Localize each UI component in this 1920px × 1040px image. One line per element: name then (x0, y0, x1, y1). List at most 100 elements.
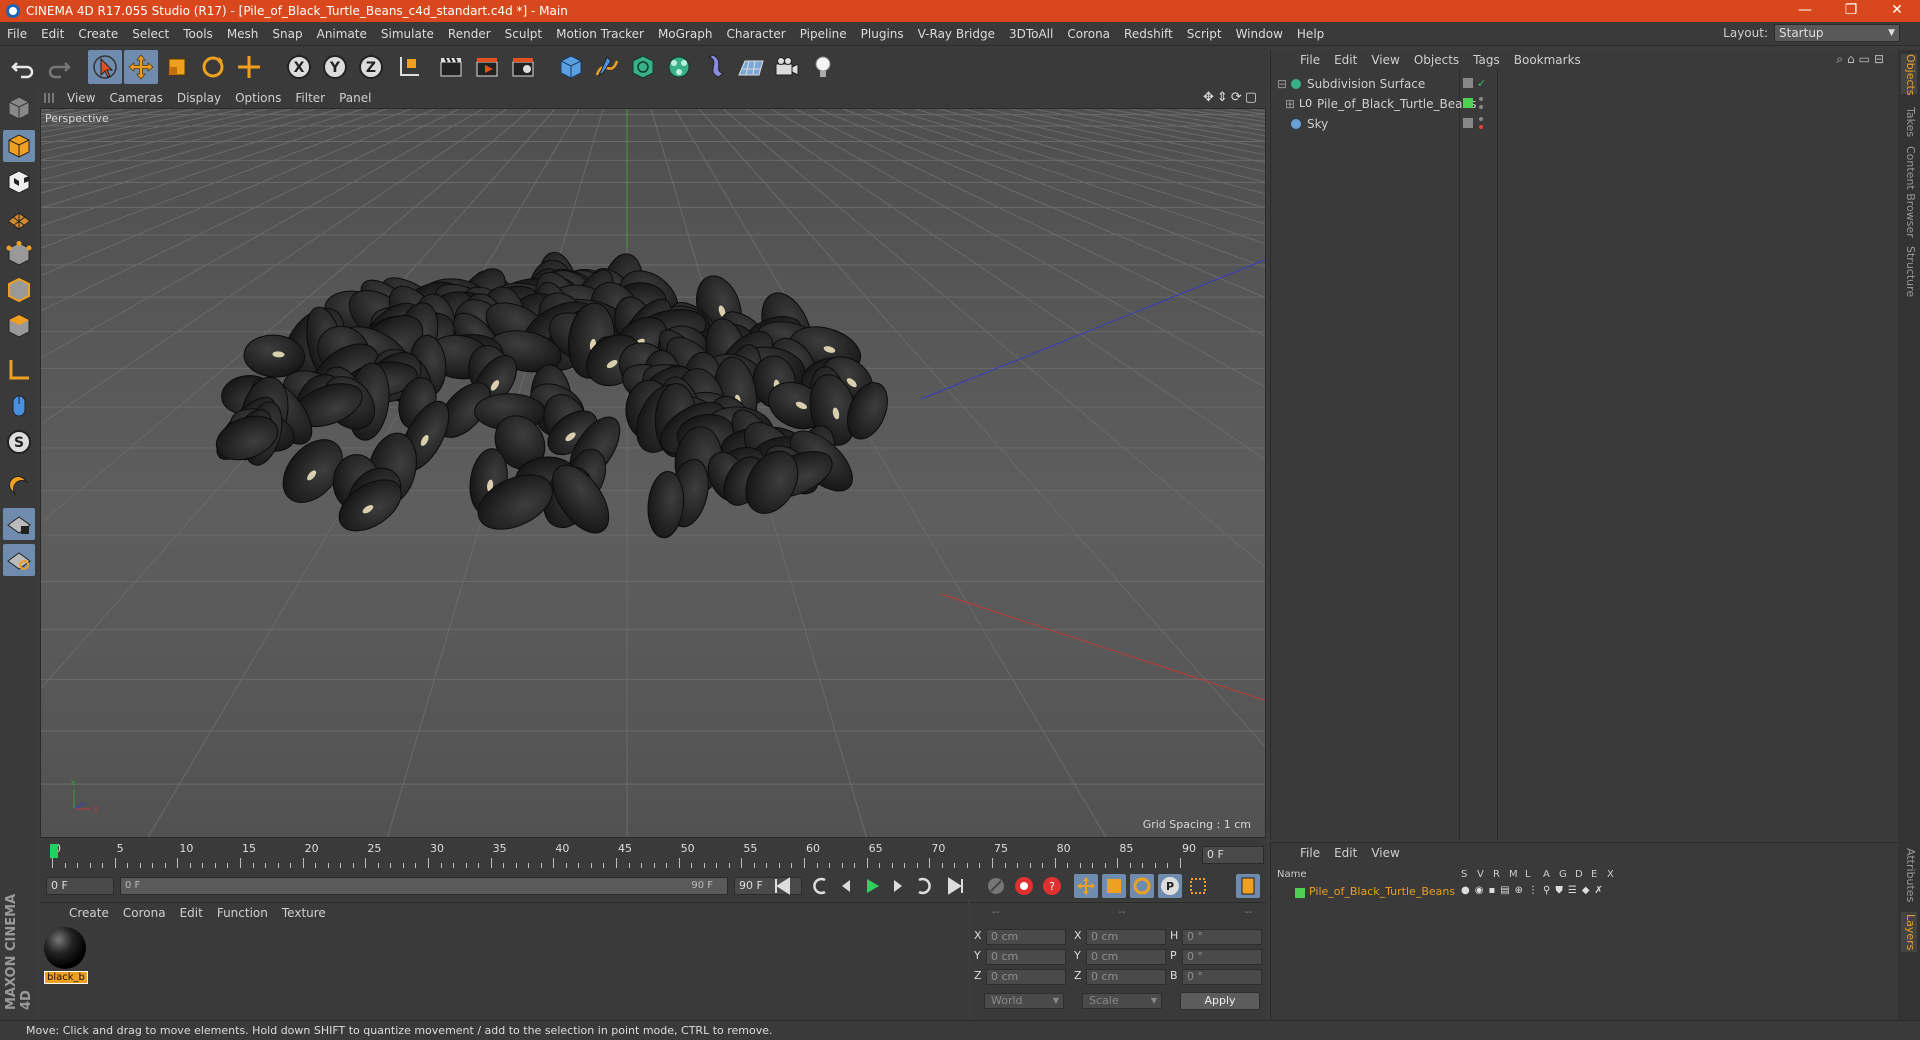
x-axis-lock-button[interactable]: X (282, 50, 316, 84)
tab-takes[interactable]: Takes (1901, 104, 1917, 140)
coord-mode-dropdown[interactable]: World ▼ (984, 993, 1064, 1009)
menu-mograph[interactable]: MoGraph (651, 27, 720, 41)
rotate-tool-button[interactable] (196, 50, 230, 84)
viewport-menu-display[interactable]: Display (170, 91, 228, 105)
viewport-menu-options[interactable]: Options (228, 91, 288, 105)
column-d[interactable]: D (1575, 869, 1583, 880)
menu-create[interactable]: Create (71, 27, 125, 41)
tab-objects[interactable]: Objects (1901, 54, 1917, 96)
rotation-b-field[interactable]: 0 ° (1182, 969, 1262, 985)
om-menu-file[interactable]: File (1293, 53, 1327, 67)
menu-sculpt[interactable]: Sculpt (498, 27, 549, 41)
frame-range-slider[interactable]: 0 F 90 F (120, 877, 728, 895)
enabled-check-icon[interactable]: ✓ (1477, 74, 1486, 94)
z-axis-lock-button[interactable]: Z (354, 50, 388, 84)
menu-3dtoall[interactable]: 3DToAll (1002, 27, 1060, 41)
timeline-window-button[interactable] (1236, 874, 1260, 898)
menu-snap[interactable]: Snap (265, 27, 309, 41)
render-view-button[interactable] (434, 50, 468, 84)
layer-swatch[interactable] (1463, 78, 1473, 88)
collapse-icon[interactable]: ⊟ (1277, 74, 1287, 94)
key-pla-button[interactable] (1186, 874, 1210, 898)
minimize-button[interactable]: — (1782, 0, 1828, 22)
go-to-start-button[interactable] (770, 874, 794, 898)
column-g[interactable]: G (1559, 869, 1567, 880)
column-v[interactable]: V (1477, 869, 1484, 880)
layer-color-swatch[interactable] (1295, 888, 1305, 898)
visibility-dot[interactable] (1479, 117, 1483, 121)
coordinate-system-button[interactable] (392, 50, 426, 84)
om-menu-view[interactable]: View (1364, 53, 1406, 67)
render-dot[interactable] (1479, 125, 1483, 129)
material-menu-texture[interactable]: Texture (275, 906, 333, 920)
tab-content-browser[interactable]: Content Browser (1901, 146, 1917, 238)
tab-attributes[interactable]: Attributes (1901, 846, 1917, 904)
subdivision-surface-button[interactable] (626, 50, 660, 84)
menu-file[interactable]: File (0, 27, 34, 41)
move-tool-button[interactable] (124, 50, 158, 84)
column-name[interactable]: Name (1277, 869, 1307, 880)
column-a[interactable]: A (1543, 869, 1550, 880)
menu-pipeline[interactable]: Pipeline (793, 27, 854, 41)
material-swatch[interactable]: black_b (44, 927, 88, 987)
previous-frame-button[interactable] (834, 874, 858, 898)
column-s[interactable]: S (1461, 869, 1467, 880)
position-y-field[interactable]: 0 cm (986, 949, 1066, 965)
locked-workplane-button[interactable] (3, 544, 35, 576)
object-row-sky[interactable]: Sky (1271, 114, 1899, 134)
points-mode-button[interactable] (3, 238, 35, 270)
current-frame-field[interactable]: 0 F (1202, 846, 1264, 864)
lm-menu-view[interactable]: View (1364, 846, 1406, 860)
record-active-objects-button[interactable] (1012, 874, 1036, 898)
size-z-field[interactable]: 0 cm (1086, 969, 1166, 985)
selection-tool-button[interactable] (88, 50, 122, 84)
previous-key-button[interactable] (808, 874, 832, 898)
perspective-viewport[interactable]: Y X Perspective Grid Spacing : 1 cm (40, 108, 1266, 838)
live-selection-button[interactable] (232, 50, 266, 84)
menu-render[interactable]: Render (441, 27, 498, 41)
make-editable-button[interactable] (3, 92, 35, 124)
layer-flag-icons[interactable]: ●◉▪▤⊕⋮⚲⛊☰◆✗ (1461, 885, 1608, 896)
coord-transform-dropdown[interactable]: Scale ▼ (1082, 993, 1162, 1009)
light-button[interactable] (806, 50, 840, 84)
render-to-picture-viewer-button[interactable] (470, 50, 504, 84)
lm-menu-file[interactable]: File (1293, 846, 1327, 860)
tab-structure[interactable]: Structure (1901, 244, 1917, 300)
snap-button[interactable] (3, 470, 35, 502)
deformer-button[interactable] (698, 50, 732, 84)
om-menu-edit[interactable]: Edit (1327, 53, 1364, 67)
edges-mode-button[interactable] (3, 274, 35, 306)
viewport-menu-filter[interactable]: Filter (288, 91, 332, 105)
apply-button[interactable]: Apply (1180, 992, 1260, 1010)
workplane-lock-button[interactable] (3, 508, 35, 540)
om-menu-tags[interactable]: Tags (1466, 53, 1507, 67)
menu-simulate[interactable]: Simulate (374, 27, 441, 41)
undo-button[interactable] (6, 50, 40, 84)
menu-plugins[interactable]: Plugins (854, 27, 911, 41)
spline-pen-button[interactable] (590, 50, 624, 84)
maximize-button[interactable]: ❐ (1828, 0, 1874, 22)
om-menu-objects[interactable]: Objects (1407, 53, 1466, 67)
viewport-menu-cameras[interactable]: Cameras (102, 91, 169, 105)
material-menu-create[interactable]: Create (62, 906, 116, 920)
close-button[interactable]: ✕ (1874, 0, 1920, 22)
material-menu-function[interactable]: Function (210, 906, 275, 920)
rotation-h-field[interactable]: 0 ° (1182, 929, 1262, 945)
key-scale-button[interactable] (1102, 874, 1126, 898)
key-rotation-button[interactable] (1130, 874, 1154, 898)
floor-button[interactable] (734, 50, 768, 84)
viewport-menu-panel[interactable]: Panel (332, 91, 378, 105)
tweak-mode-button[interactable] (3, 390, 35, 422)
redo-button[interactable] (42, 50, 76, 84)
solo-mode-button[interactable]: S (3, 426, 35, 458)
menu-corona[interactable]: Corona (1060, 27, 1117, 41)
scale-tool-button[interactable] (160, 50, 194, 84)
menu-edit[interactable]: Edit (34, 27, 71, 41)
tab-layers[interactable]: Layers (1901, 912, 1917, 952)
menu-redshift[interactable]: Redshift (1117, 27, 1180, 41)
menu-character[interactable]: Character (719, 27, 792, 41)
material-menu-edit[interactable]: Edit (173, 906, 210, 920)
layer-row[interactable]: Pile_of_Black_Turtle_Beans ●◉▪▤⊕⋮⚲⛊☰◆✗ (1271, 885, 1899, 901)
menu-motion-tracker[interactable]: Motion Tracker (549, 27, 651, 41)
record-keys-disabled-button[interactable] (984, 874, 1008, 898)
